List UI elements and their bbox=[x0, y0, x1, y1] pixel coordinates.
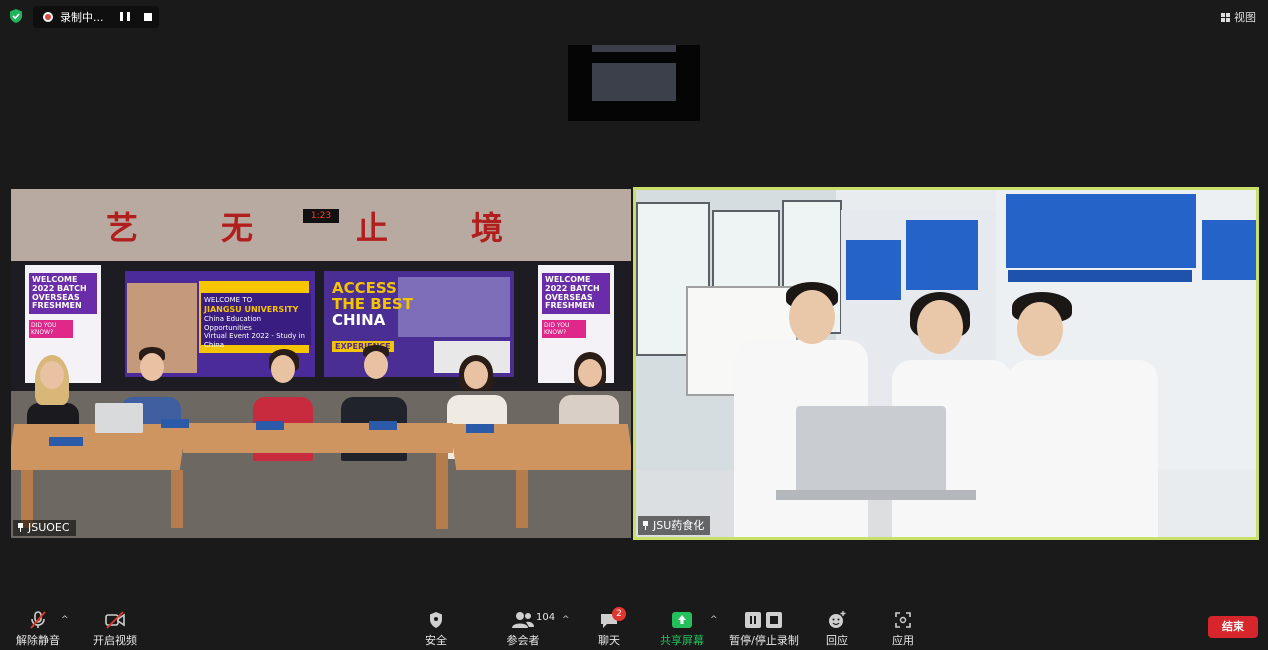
calligraphy-char: 止 bbox=[356, 209, 389, 247]
chat-unread-badge: 2 bbox=[612, 607, 626, 621]
participants-label: 参会者 bbox=[506, 634, 540, 647]
shield-icon[interactable] bbox=[8, 8, 24, 24]
participant-name: JSUOEC bbox=[28, 521, 70, 534]
person bbox=[1008, 360, 1158, 537]
camera-off-icon bbox=[89, 610, 141, 630]
start-video-button[interactable]: 开启视频 bbox=[89, 610, 141, 648]
participants-count: 104 bbox=[536, 612, 556, 623]
pause-icon[interactable] bbox=[120, 12, 130, 22]
laptop bbox=[95, 403, 143, 433]
record-icon bbox=[43, 12, 53, 22]
reactions-label: 回应 bbox=[826, 634, 848, 647]
pin-icon[interactable] bbox=[17, 523, 24, 532]
record-control-label: 暂停/停止录制 bbox=[729, 634, 799, 647]
security-button[interactable]: 安全 bbox=[418, 610, 454, 648]
audio-options-caret[interactable]: ^ bbox=[61, 615, 69, 625]
security-label: 安全 bbox=[425, 634, 447, 647]
grid-view-icon bbox=[1221, 12, 1230, 22]
shield-security-icon bbox=[418, 610, 454, 630]
end-meeting-button[interactable]: 结束 bbox=[1208, 616, 1258, 638]
apps-button[interactable]: 应用 bbox=[888, 610, 918, 648]
wall-clock: 1:23 bbox=[303, 209, 339, 223]
share-screen-button[interactable]: 共享屏幕 bbox=[659, 610, 705, 648]
start-video-label: 开启视频 bbox=[93, 634, 137, 647]
unmute-label: 解除静音 bbox=[16, 634, 60, 647]
participant-name-tag: JSUOEC bbox=[13, 520, 76, 536]
recording-label: 录制中... bbox=[60, 11, 104, 24]
share-screen-icon bbox=[659, 610, 705, 630]
participant-name: JSU药食化 bbox=[653, 519, 705, 532]
microphone-muted-icon bbox=[12, 610, 64, 630]
share-screen-label: 共享屏幕 bbox=[660, 634, 704, 647]
pin-icon[interactable] bbox=[642, 520, 649, 530]
apps-icon bbox=[888, 610, 918, 630]
share-options-caret[interactable]: ^ bbox=[710, 615, 718, 625]
calligraphy-char: 艺 bbox=[106, 209, 139, 247]
wall-background bbox=[11, 189, 631, 261]
reaction-icon bbox=[822, 610, 852, 630]
participants-options-caret[interactable]: ^ bbox=[562, 615, 570, 625]
stop-icon[interactable] bbox=[144, 13, 152, 21]
apps-label: 应用 bbox=[892, 634, 914, 647]
calligraphy-char: 境 bbox=[471, 209, 504, 247]
view-button[interactable]: 视图 bbox=[1221, 9, 1256, 25]
video-tile-jsuoec[interactable]: 艺 无 止 境 1:23 WELCOME 2022 BATCH OVERSEAS… bbox=[11, 189, 631, 538]
calligraphy-char: 无 bbox=[221, 209, 254, 247]
participant-name-tag: JSU药食化 bbox=[638, 516, 711, 535]
laptop bbox=[796, 406, 946, 496]
recording-indicator: 录制中... bbox=[33, 6, 159, 28]
view-label: 视图 bbox=[1234, 11, 1256, 24]
self-view-thumbnail[interactable] bbox=[568, 45, 700, 121]
record-control-button[interactable]: 暂停/停止录制 bbox=[727, 610, 801, 648]
record-control-icon bbox=[727, 610, 801, 630]
reactions-button[interactable]: 回应 bbox=[822, 610, 852, 648]
unmute-button[interactable]: 解除静音 bbox=[12, 610, 64, 648]
video-tile-jsu-lab[interactable]: JSU药食化 bbox=[633, 187, 1259, 540]
chat-label: 聊天 bbox=[598, 634, 620, 647]
